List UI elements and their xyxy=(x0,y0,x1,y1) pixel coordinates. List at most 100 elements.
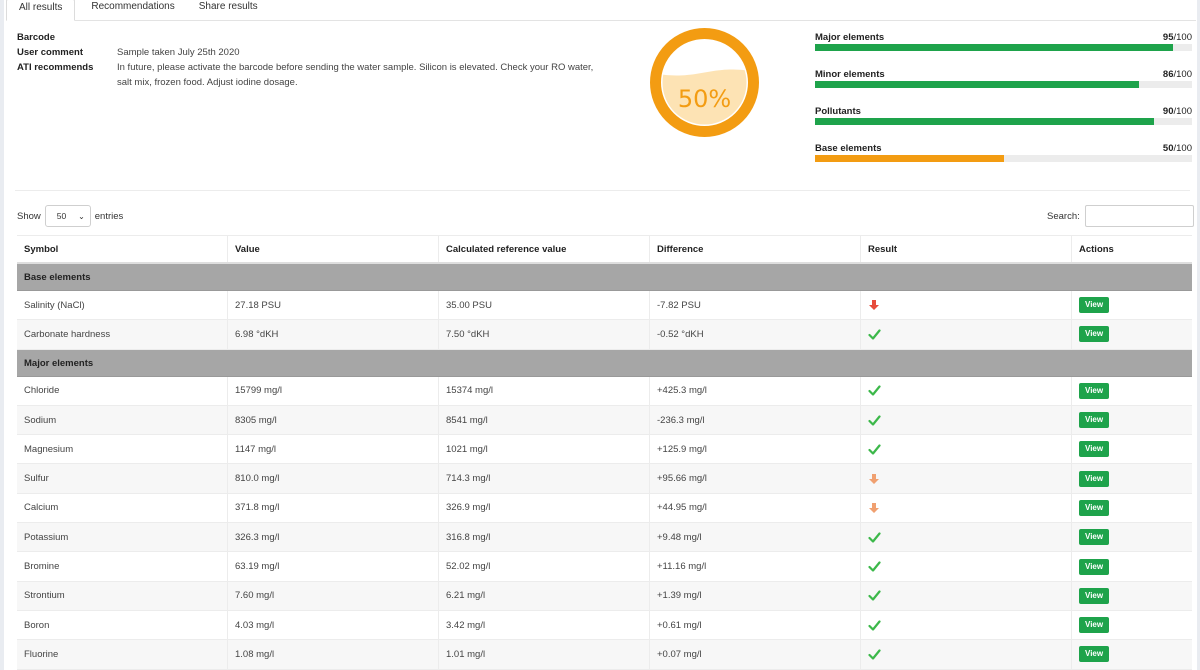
reference-cell: 714.3 mg/l xyxy=(439,464,650,493)
arrow-down-red-icon xyxy=(867,298,881,312)
view-button[interactable]: View xyxy=(1079,646,1110,663)
column-header-difference[interactable]: Difference xyxy=(650,236,861,262)
score-value: 86/100 xyxy=(1162,69,1192,80)
actions-cell: View xyxy=(1072,494,1192,522)
column-header-reference[interactable]: Calculated reference value xyxy=(439,236,650,262)
actions-cell: View xyxy=(1072,640,1192,668)
difference-cell: +1.39 mg/l xyxy=(650,581,861,610)
symbol-cell: Magnesium xyxy=(17,435,228,464)
difference-cell: -0.52 °dKH xyxy=(650,320,861,349)
view-button[interactable]: View xyxy=(1079,297,1110,314)
value-cell: 15799 mg/l xyxy=(228,376,439,405)
value-cell: 1.08 mg/l xyxy=(228,640,439,669)
reference-cell: 3.42 mg/l xyxy=(439,610,650,640)
difference-cell: +0.61 mg/l xyxy=(650,610,861,640)
view-button[interactable]: View xyxy=(1079,326,1110,343)
score-track xyxy=(815,118,1192,125)
search-input[interactable] xyxy=(1084,205,1194,227)
results-table: Symbol Value Calculated reference value … xyxy=(17,235,1192,670)
score-fill xyxy=(815,118,1155,125)
score-label: Major elements xyxy=(815,32,885,43)
table-row: Sodium 8305 mg/l 8541 mg/l -236.3 mg/l View xyxy=(17,405,1192,436)
view-button[interactable]: View xyxy=(1079,382,1110,399)
symbol-cell: Salinity (NaCl) xyxy=(17,291,228,320)
view-button[interactable]: View xyxy=(1079,470,1110,487)
score-fill xyxy=(815,81,1140,88)
result-cell xyxy=(861,320,1072,349)
table-header: Symbol Value Calculated reference value … xyxy=(17,235,1192,264)
column-header-result[interactable]: Result xyxy=(861,236,1072,262)
reference-cell: 1.01 mg/l xyxy=(439,640,650,669)
view-button[interactable]: View xyxy=(1079,558,1110,575)
actions-cell: View xyxy=(1072,435,1192,463)
symbol-cell: Sulfur xyxy=(17,464,228,493)
symbol-cell: Potassium xyxy=(17,523,228,552)
result-cell xyxy=(861,464,1072,493)
score-value: 50/100 xyxy=(1162,143,1192,154)
category-scores: Major elements 95/100 Minor elements 86/… xyxy=(815,32,1192,180)
symbol-cell: Sodium xyxy=(17,405,228,435)
table-row: Calcium 371.8 mg/l 326.9 mg/l +44.95 mg/l Vi… xyxy=(17,493,1192,524)
score-label: Base elements xyxy=(815,143,882,154)
overall-score-gauge: 50% xyxy=(649,27,760,138)
check-icon xyxy=(867,647,881,661)
view-button[interactable]: View xyxy=(1079,441,1110,458)
difference-cell: +44.95 mg/l xyxy=(650,493,861,523)
score-value: 90/100 xyxy=(1162,106,1192,117)
tab-share-results[interactable]: Share results xyxy=(187,0,270,20)
column-header-symbol[interactable]: Symbol xyxy=(17,236,228,262)
gauge-graphic xyxy=(650,28,759,137)
view-button[interactable]: View xyxy=(1079,529,1110,546)
difference-cell: +125.9 mg/l xyxy=(650,435,861,464)
check-icon xyxy=(867,413,881,427)
score-major-elements: Major elements 95/100 xyxy=(815,32,1192,69)
section-divider xyxy=(15,190,1190,191)
sample-info: Barcode User comment Sample taken July 2… xyxy=(17,30,607,90)
value-cell: 371.8 mg/l xyxy=(228,493,439,523)
tab-all-results[interactable]: All results xyxy=(6,0,76,21)
actions-cell: View xyxy=(1072,320,1192,348)
barcode-row: Barcode xyxy=(17,30,607,45)
gauge-percent-text: 50% xyxy=(677,85,732,113)
ati-recommends-label: ATI recommends xyxy=(17,62,94,73)
actions-cell: View xyxy=(1072,377,1192,405)
symbol-cell: Chloride xyxy=(17,376,228,405)
arrow-up-orange-icon xyxy=(867,501,881,515)
table-row: Sulfur 810.0 mg/l 714.3 mg/l +95.66 mg/l Vie… xyxy=(17,464,1192,494)
actions-cell: View xyxy=(1072,552,1192,580)
view-button[interactable]: View xyxy=(1079,499,1110,516)
check-icon xyxy=(867,327,881,341)
difference-cell: +95.66 mg/l xyxy=(650,464,861,493)
entries-select[interactable]: 50 ⌄ xyxy=(44,205,91,227)
view-button[interactable]: View xyxy=(1079,587,1110,604)
actions-cell: View xyxy=(1072,611,1192,639)
score-pollutants: Pollutants 90/100 xyxy=(815,106,1192,143)
score-label: Minor elements xyxy=(815,69,885,80)
symbol-cell: Strontium xyxy=(17,581,228,610)
difference-cell: +0.07 mg/l xyxy=(650,640,861,669)
score-fill xyxy=(815,44,1174,51)
reference-cell: 15374 mg/l xyxy=(439,376,650,405)
score-track xyxy=(815,155,1192,162)
column-header-value[interactable]: Value xyxy=(228,236,439,262)
result-cell xyxy=(861,610,1072,640)
view-button[interactable]: View xyxy=(1079,412,1110,429)
page-frame-left xyxy=(0,0,4,670)
tab-recommendations[interactable]: Recommendations xyxy=(79,0,186,20)
difference-cell: -7.82 PSU xyxy=(650,291,861,320)
score-track xyxy=(815,81,1192,88)
value-cell: 27.18 PSU xyxy=(228,291,439,320)
check-icon xyxy=(867,560,881,574)
difference-cell: +9.48 mg/l xyxy=(650,523,861,552)
value-cell: 4.03 mg/l xyxy=(228,610,439,640)
result-cell xyxy=(861,435,1072,464)
reference-cell: 1021 mg/l xyxy=(439,435,650,464)
view-button[interactable]: View xyxy=(1079,617,1110,634)
score-value: 95/100 xyxy=(1162,32,1192,43)
check-icon xyxy=(867,618,881,632)
table-row: Strontium 7.60 mg/l 6.21 mg/l +1.39 mg/l Vie… xyxy=(17,581,1192,611)
actions-cell: View xyxy=(1072,582,1192,610)
result-cell xyxy=(861,552,1072,581)
table-search: Search: xyxy=(1047,205,1194,227)
value-cell: 1147 mg/l xyxy=(228,435,439,464)
